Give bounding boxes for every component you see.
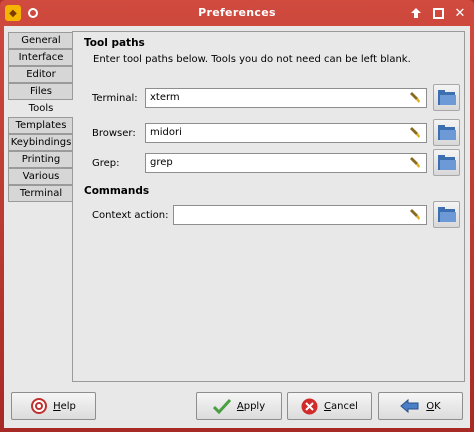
close-icon[interactable]: ✕	[452, 5, 468, 21]
clear-entry-icon[interactable]	[410, 209, 420, 221]
folder-open-icon	[437, 206, 456, 222]
cancel-button[interactable]: Cancel	[287, 392, 372, 420]
clear-entry-icon[interactable]	[410, 157, 420, 169]
title-bar[interactable]: ◆ Preferences ✕	[0, 0, 474, 26]
context-action-browse-button[interactable]	[433, 201, 460, 228]
tab-editor[interactable]: Editor	[8, 66, 73, 83]
browser-value: midori	[150, 127, 182, 138]
grep-value: grep	[150, 157, 173, 168]
ok-label: K	[434, 400, 441, 412]
tab-printing[interactable]: Printing	[8, 151, 73, 168]
apply-button[interactable]: Apply	[196, 392, 282, 420]
maximize-icon[interactable]	[430, 5, 446, 21]
folder-open-icon	[437, 124, 456, 140]
terminal-value: xterm	[150, 92, 180, 103]
preferences-tabs: General Interface Editor Files Tools Tem…	[8, 32, 73, 202]
ok-mnemonic: O	[426, 400, 435, 412]
commands-heading: Commands	[84, 185, 150, 197]
tab-general[interactable]: General	[8, 32, 73, 49]
folder-open-icon	[437, 154, 456, 170]
tool-paths-description: Enter tool paths below. Tools you do not…	[93, 54, 411, 65]
apply-label: pply	[243, 400, 266, 412]
grep-field[interactable]: grep	[145, 153, 427, 173]
ok-button[interactable]: OK	[378, 392, 463, 420]
apply-icon	[212, 398, 231, 414]
terminal-label: Terminal:	[92, 93, 138, 104]
tab-templates[interactable]: Templates	[8, 117, 73, 134]
tab-terminal[interactable]: Terminal	[8, 185, 73, 202]
tab-files[interactable]: Files	[8, 83, 73, 100]
shade-icon[interactable]	[408, 5, 424, 21]
tab-various[interactable]: Various	[8, 168, 73, 185]
folder-open-icon	[437, 89, 456, 105]
help-button[interactable]: Help	[11, 392, 96, 420]
window: ◆ Preferences ✕ General Interface Editor…	[0, 0, 474, 432]
terminal-field[interactable]: xterm	[145, 88, 427, 108]
help-icon	[31, 398, 48, 414]
context-action-label: Context action:	[92, 210, 169, 221]
help-mnemonic: H	[53, 400, 61, 412]
browser-label: Browser:	[92, 128, 136, 139]
tools-page: Tool paths Enter tool paths below. Tools…	[72, 31, 465, 382]
context-action-field[interactable]	[173, 205, 427, 225]
cancel-icon	[301, 398, 318, 414]
browser-browse-button[interactable]	[433, 119, 460, 146]
tab-keybindings[interactable]: Keybindings	[8, 134, 73, 151]
tool-paths-heading: Tool paths	[84, 37, 145, 49]
cancel-mnemonic: C	[324, 400, 332, 412]
clear-entry-icon[interactable]	[410, 92, 420, 104]
terminal-browse-button[interactable]	[433, 84, 460, 111]
tab-tools[interactable]: Tools	[8, 100, 73, 117]
tab-interface[interactable]: Interface	[8, 49, 73, 66]
ok-icon	[400, 398, 419, 414]
grep-label: Grep:	[92, 158, 120, 169]
help-label: elp	[60, 400, 76, 412]
grep-browse-button[interactable]	[433, 149, 460, 176]
clear-entry-icon[interactable]	[410, 127, 420, 139]
dialog-body: General Interface Editor Files Tools Tem…	[4, 26, 470, 428]
browser-field[interactable]: midori	[145, 123, 427, 143]
cancel-label: ancel	[331, 400, 358, 412]
apply-mnemonic: A	[236, 400, 244, 412]
window-title: Preferences	[198, 6, 276, 19]
